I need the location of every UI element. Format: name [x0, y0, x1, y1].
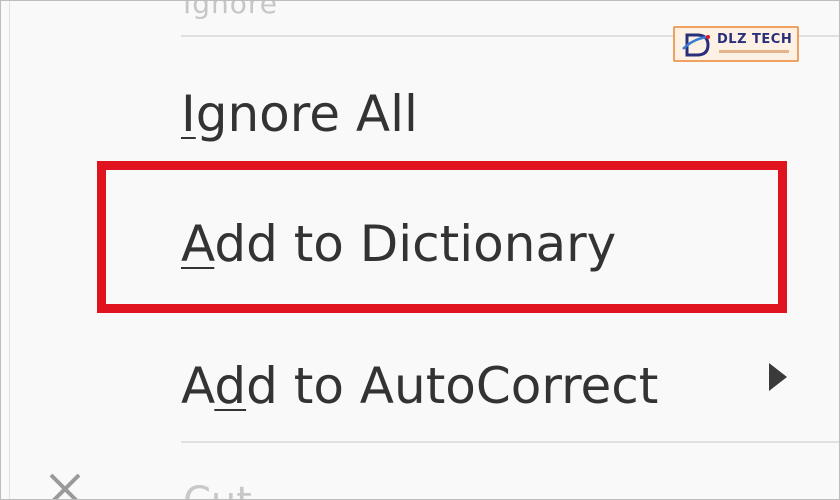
- highlight-annotation-box: [97, 161, 787, 313]
- access-key: d: [214, 357, 247, 415]
- dlz-tech-logo: DLZ TECH: [673, 26, 799, 62]
- dlz-tech-logo-icon: [682, 33, 710, 57]
- logo-text: DLZ TECH: [717, 32, 793, 47]
- context-menu: Ignore Ignore All Add to Dictionary Add …: [0, 0, 840, 500]
- menu-item-add-to-autocorrect[interactable]: Add to AutoCorrect: [1, 317, 839, 437]
- submenu-arrow-icon: [769, 363, 787, 391]
- partial-menu-item-top[interactable]: Ignore: [183, 1, 278, 20]
- close-x-icon: [49, 473, 81, 499]
- access-key: I: [181, 85, 196, 143]
- logo-tagline: [719, 50, 789, 53]
- menu-separator: [181, 441, 839, 443]
- menu-item-label: Ignore All: [181, 85, 418, 143]
- partial-menu-item-bottom[interactable]: Cut: [183, 479, 252, 499]
- menu-item-label: Add to AutoCorrect: [181, 357, 659, 415]
